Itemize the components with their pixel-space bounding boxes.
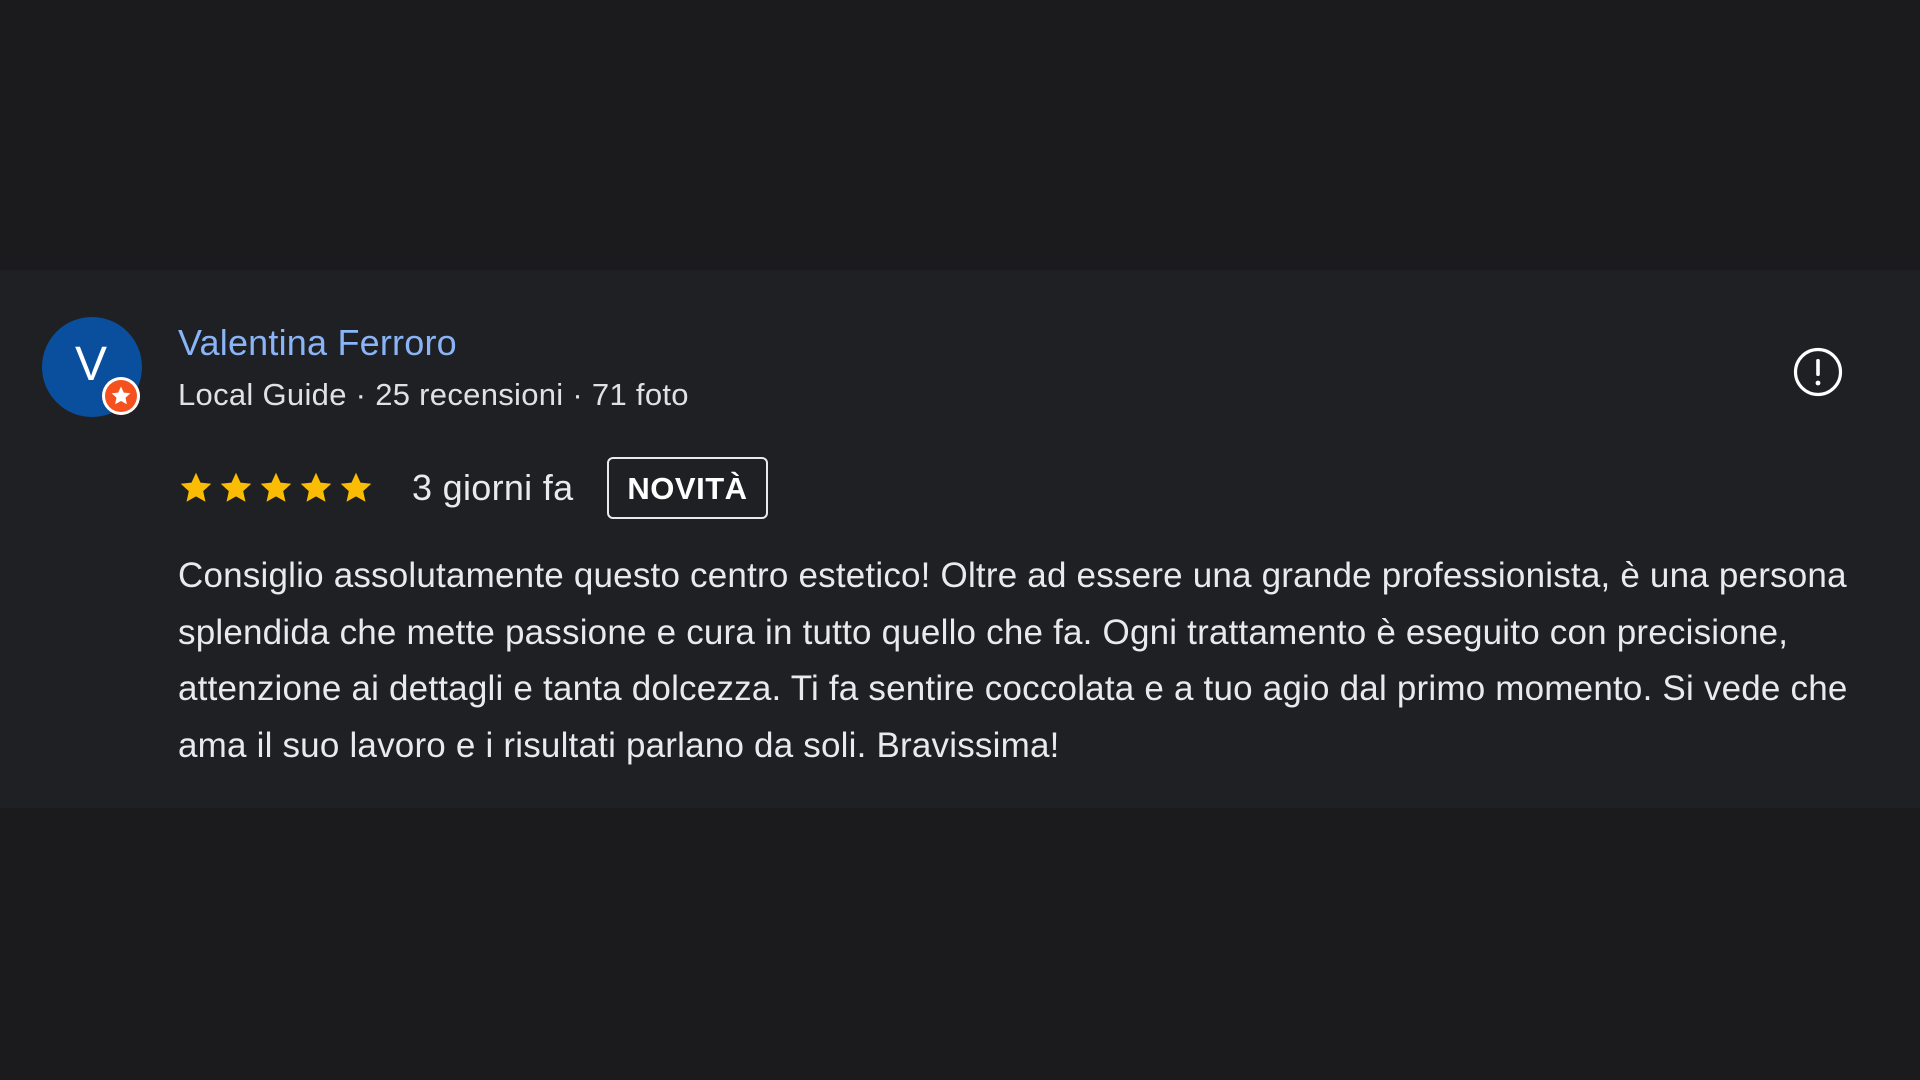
star-icon [218,470,254,506]
report-button[interactable] [1792,346,1844,398]
avatar[interactable]: V [42,317,142,417]
star-icon [298,470,334,506]
star-icon [338,470,374,506]
star-rating [178,470,374,506]
author-meta: Local Guide · 25 recensioni · 71 foto [178,377,689,412]
report-icon [1793,347,1843,397]
local-guide-star-icon [102,377,140,415]
review-date: 3 giorni fa [412,467,574,508]
new-badge: NOVITÀ [607,457,768,519]
review-card: V Valentina Ferroro Local Guide · 25 rec… [0,270,1920,808]
author-name[interactable]: Valentina Ferroro [178,322,457,364]
star-icon [258,470,294,506]
star-icon [178,470,214,506]
avatar-initial: V [74,338,107,391]
rating-row: 3 giorni fa NOVITÀ [178,456,768,520]
review-text: Consiglio assolutamente questo centro es… [178,556,1848,765]
